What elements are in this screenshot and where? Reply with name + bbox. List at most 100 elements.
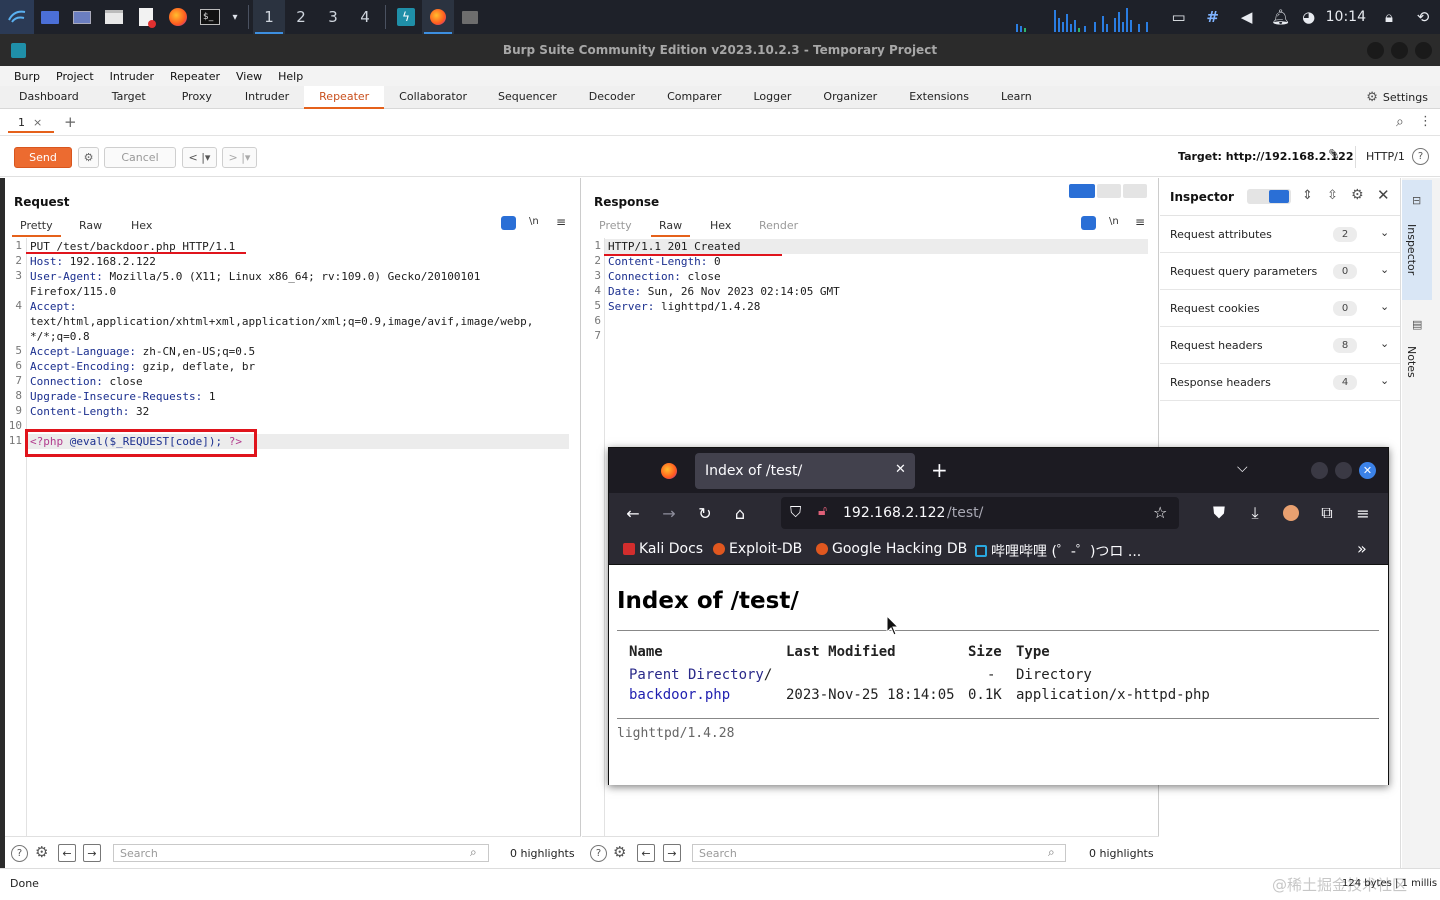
lock-icon[interactable]: 🔒︎ bbox=[1372, 0, 1406, 34]
tab-collaborator[interactable]: Collaborator bbox=[384, 86, 482, 108]
minimize-button[interactable] bbox=[1311, 462, 1328, 479]
send-settings-button[interactable]: ⚙ bbox=[78, 147, 99, 168]
firefox-task-icon[interactable] bbox=[422, 0, 454, 34]
history-back-button[interactable]: < |▾ bbox=[182, 147, 217, 168]
inspector-section[interactable]: Response headers 4 ⌄ bbox=[1160, 364, 1400, 401]
logout-icon[interactable]: ⟲ bbox=[1406, 0, 1440, 34]
list-tabs-icon[interactable]: ⌵ bbox=[1237, 460, 1248, 476]
menu-help[interactable]: Help bbox=[270, 70, 311, 83]
firefox-launcher-icon[interactable] bbox=[162, 0, 194, 34]
tab-logger[interactable]: Logger bbox=[737, 86, 807, 108]
maximize-button[interactable] bbox=[1335, 462, 1352, 479]
tab-extensions[interactable]: Extensions bbox=[893, 86, 985, 108]
edit-target-icon[interactable]: ✎ bbox=[1328, 147, 1340, 163]
menu-intruder[interactable]: Intruder bbox=[102, 70, 162, 83]
workspace-2[interactable]: 2 bbox=[285, 0, 317, 34]
minimize-button[interactable] bbox=[1367, 42, 1384, 59]
response-tab-pretty[interactable]: Pretty bbox=[599, 219, 632, 232]
chevron-down-icon[interactable]: ⌄ bbox=[1380, 263, 1389, 276]
file-manager-icon[interactable] bbox=[98, 0, 130, 34]
extensions-icon[interactable]: ⧉ bbox=[1313, 499, 1341, 527]
request-tab-hex[interactable]: Hex bbox=[131, 219, 152, 232]
menu-view[interactable]: View bbox=[228, 70, 270, 83]
chevron-down-icon[interactable]: ▾ bbox=[226, 0, 244, 34]
help-icon[interactable]: ? bbox=[11, 845, 28, 862]
terminal-icon[interactable]: $_ bbox=[194, 0, 226, 34]
new-tab-icon[interactable]: + bbox=[931, 458, 948, 482]
burp-task-icon[interactable]: ϟ bbox=[390, 0, 422, 34]
settings-button[interactable]: ⚙ Settings bbox=[1366, 90, 1428, 105]
pocket-icon[interactable]: ⛊ bbox=[1205, 499, 1233, 527]
response-tab-hex[interactable]: Hex bbox=[710, 219, 731, 232]
browser-tab[interactable]: Index of /test/ ✕ bbox=[695, 453, 915, 489]
kali-menu-icon[interactable] bbox=[0, 0, 34, 34]
tab-dashboard[interactable]: Dashboard bbox=[4, 86, 94, 108]
downloads-icon[interactable]: ⤓ bbox=[1241, 499, 1269, 527]
collapse-all-icon[interactable]: ⇳ bbox=[1327, 188, 1338, 203]
folder-task-icon[interactable] bbox=[454, 0, 486, 34]
tab-intruder[interactable]: Intruder bbox=[230, 86, 304, 108]
next-match-button[interactable]: → bbox=[83, 844, 101, 862]
send-button[interactable]: Send bbox=[14, 147, 72, 168]
wrap-lines-icon[interactable] bbox=[1081, 216, 1096, 230]
repeater-tab-1[interactable]: 1 × bbox=[8, 113, 54, 133]
tab-sequencer[interactable]: Sequencer bbox=[482, 86, 573, 108]
gear-icon[interactable]: ⚙ bbox=[35, 843, 48, 861]
add-tab-button[interactable]: + bbox=[64, 113, 77, 131]
terminal-launcher-icon[interactable] bbox=[66, 0, 98, 34]
menu-icon[interactable]: ≡ bbox=[1135, 215, 1145, 229]
tab-organizer[interactable]: Organizer bbox=[807, 86, 893, 108]
layout-tabs-icon[interactable] bbox=[1123, 184, 1147, 198]
inspector-section[interactable]: Request query parameters 0 ⌄ bbox=[1160, 253, 1400, 290]
help-icon[interactable]: ? bbox=[1412, 148, 1429, 165]
backdoor-file-link[interactable]: backdoor.php bbox=[629, 687, 730, 703]
tab-decoder[interactable]: Decoder bbox=[573, 86, 651, 108]
notification-bell-icon[interactable]: 🔔︎ bbox=[1264, 0, 1298, 34]
back-icon[interactable]: ← bbox=[619, 499, 647, 527]
reload-icon[interactable]: ↻ bbox=[691, 499, 719, 527]
newline-toggle[interactable]: \n bbox=[529, 216, 539, 227]
more-icon[interactable]: ⋮ bbox=[1419, 114, 1432, 129]
screen-icon[interactable]: ▭ bbox=[1162, 0, 1196, 34]
side-tab-inspector[interactable]: ⊟ Inspector bbox=[1402, 180, 1432, 300]
close-icon[interactable]: ✕ bbox=[1377, 186, 1390, 204]
http-version[interactable]: HTTP/1 bbox=[1366, 150, 1405, 163]
url-bar[interactable]: ⛉ 🔓︎ 192.168.2.122 /test/ ☆ bbox=[781, 497, 1179, 529]
bookmark-exploit-db[interactable]: Exploit-DB bbox=[713, 541, 802, 557]
tab-proxy[interactable]: Proxy bbox=[164, 86, 230, 108]
response-tab-render[interactable]: Render bbox=[759, 219, 798, 232]
help-icon[interactable]: ? bbox=[590, 845, 607, 862]
history-forward-button[interactable]: > |▾ bbox=[222, 147, 257, 168]
extension-avatar-icon[interactable] bbox=[1277, 499, 1305, 527]
inspector-section[interactable]: Request headers 8 ⌄ bbox=[1160, 327, 1400, 364]
home-icon[interactable]: ⌂ bbox=[726, 499, 754, 527]
prev-match-button[interactable]: ← bbox=[58, 844, 76, 862]
bookmark-google-hacking-db[interactable]: Google Hacking DB bbox=[816, 541, 967, 557]
inspector-view-toggle[interactable] bbox=[1247, 189, 1291, 204]
insecure-lock-icon[interactable]: 🔓︎ bbox=[818, 503, 827, 519]
inspector-view-active[interactable] bbox=[1269, 190, 1289, 203]
chevron-down-icon[interactable]: ⌄ bbox=[1380, 374, 1389, 387]
layout-split-icon[interactable] bbox=[1069, 184, 1095, 198]
chevron-down-icon[interactable]: ⌄ bbox=[1380, 226, 1389, 239]
close-button[interactable] bbox=[1415, 42, 1432, 59]
request-tab-pretty[interactable]: Pretty bbox=[12, 219, 61, 237]
newline-toggle[interactable]: \n bbox=[1109, 216, 1119, 227]
layout-toggle[interactable] bbox=[1069, 184, 1149, 198]
menu-burp[interactable]: Burp bbox=[6, 70, 48, 83]
hamburger-menu-icon[interactable]: ≡ bbox=[1349, 499, 1377, 527]
menu-repeater[interactable]: Repeater bbox=[162, 70, 228, 83]
chevron-down-icon[interactable]: ⌄ bbox=[1380, 300, 1389, 313]
gear-icon[interactable]: ⚙ bbox=[1351, 187, 1364, 203]
tab-target[interactable]: Target bbox=[94, 86, 164, 108]
parent-directory-link[interactable]: Parent Directory bbox=[629, 667, 764, 683]
next-match-button[interactable]: → bbox=[663, 844, 681, 862]
chevron-down-icon[interactable]: ⌄ bbox=[1380, 337, 1389, 350]
gear-icon[interactable]: ⚙ bbox=[613, 843, 626, 861]
menu-icon[interactable]: ≡ bbox=[556, 215, 566, 229]
close-icon[interactable]: ✕ bbox=[895, 462, 906, 477]
close-button[interactable]: ✕ bbox=[1359, 462, 1376, 479]
prev-match-button[interactable]: ← bbox=[637, 844, 655, 862]
volume-icon[interactable]: ◀ bbox=[1230, 0, 1264, 34]
response-search-input[interactable]: Search bbox=[692, 844, 1066, 862]
